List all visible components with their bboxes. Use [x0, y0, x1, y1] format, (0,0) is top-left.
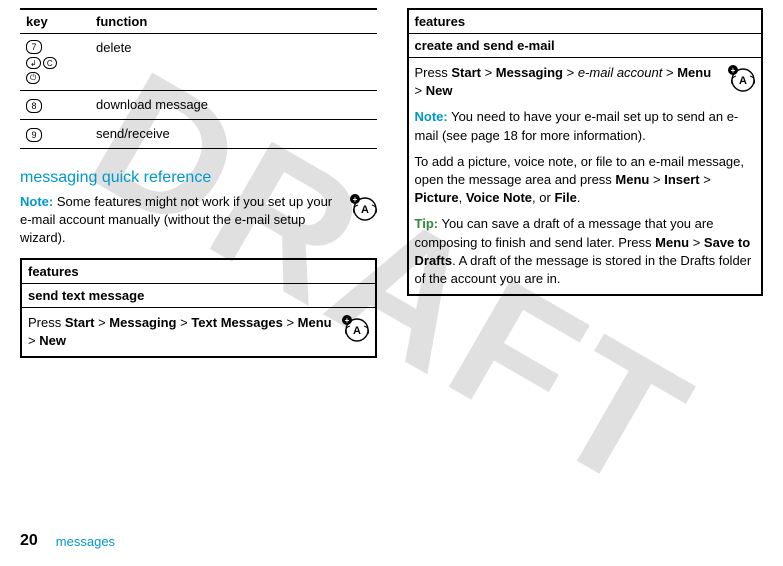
menu-path-new: New — [39, 333, 66, 348]
menu-path-messaging: Messaging — [109, 315, 176, 330]
menu-path-file: File — [554, 190, 576, 205]
tip-text-b: . A draft of the message is stored in th… — [415, 253, 752, 286]
tip-label: Tip: — [415, 216, 439, 231]
features-header: features — [22, 260, 375, 284]
menu-path-account: e-mail account — [578, 65, 663, 80]
menu-path-menu: Menu — [677, 65, 711, 80]
operator-icon: A+ — [341, 314, 369, 347]
feature-title: send text message — [22, 284, 375, 308]
note-text: Some features might not work if you set … — [20, 194, 332, 245]
table-row: 7 ↲ C ⏻ delete — [20, 34, 377, 91]
func-cell: delete — [90, 34, 377, 91]
menu-path-new: New — [426, 83, 453, 98]
page-content: key function 7 ↲ C ⏻ — [0, 0, 783, 358]
section-heading: messaging quick reference — [20, 169, 377, 187]
svg-text:+: + — [344, 316, 349, 325]
features-header: features — [409, 10, 762, 34]
table-row: 9 send/receive — [20, 120, 377, 149]
menu-path-start: Start — [65, 315, 95, 330]
svg-text:+: + — [731, 66, 736, 75]
left-column: key function 7 ↲ C ⏻ — [20, 8, 377, 358]
keycap-8-icon: 8 — [26, 99, 42, 113]
menu-path-messaging: Messaging — [496, 65, 563, 80]
key-function-table: key function 7 ↲ C ⏻ — [20, 8, 377, 149]
menu-path-voice-note: Voice Note — [466, 190, 532, 205]
operator-icon: A+ — [727, 64, 755, 97]
func-cell: send/receive — [90, 120, 377, 149]
func-cell: download message — [90, 91, 377, 120]
keycap-7-icon: 7 — [26, 40, 42, 54]
menu-path-menu: Menu — [298, 315, 332, 330]
features-box-right: features create and send e-mail A+ Press… — [407, 8, 764, 296]
table-row: 8 download message — [20, 91, 377, 120]
keycap-back-icon: ↲ — [26, 57, 41, 69]
col-header-key: key — [20, 9, 90, 34]
menu-path-menu: Menu — [655, 235, 689, 250]
feature-body: A+ Press Start > Messaging > e-mail acco… — [409, 58, 762, 294]
section-label: messages — [56, 534, 115, 549]
keycap-c-icon: C — [43, 57, 57, 69]
page-number: 20 — [20, 532, 38, 550]
menu-path-insert: Insert — [664, 172, 699, 187]
right-column: features create and send e-mail A+ Press… — [407, 8, 764, 358]
feature-body: A+ Press Start > Messaging > Text Messag… — [22, 308, 375, 356]
col-header-function: function — [90, 9, 377, 34]
menu-path-picture: Picture — [415, 190, 459, 205]
note-label: Note: — [20, 194, 53, 209]
page-footer: 20 messages — [20, 532, 115, 550]
press-text: Press — [28, 315, 65, 330]
svg-text:A: A — [353, 325, 361, 337]
menu-path-start: Start — [451, 65, 481, 80]
keycap-9-icon: 9 — [26, 128, 42, 142]
keycap-power-icon: ⏻ — [26, 72, 40, 84]
operator-icon: A+ — [349, 193, 377, 226]
note-label: Note: — [415, 109, 448, 124]
features-box-left: features send text message A+ Press Star… — [20, 258, 377, 358]
note-text: You need to have your e-mail set up to s… — [415, 109, 739, 142]
menu-path-text-messages: Text Messages — [191, 315, 283, 330]
svg-text:A: A — [361, 204, 369, 216]
menu-path-menu: Menu — [615, 172, 649, 187]
svg-text:+: + — [352, 195, 357, 204]
svg-text:A: A — [739, 75, 747, 87]
feature-title: create and send e-mail — [409, 34, 762, 58]
note-paragraph: A+ Note: Some features might not work if… — [20, 193, 377, 248]
